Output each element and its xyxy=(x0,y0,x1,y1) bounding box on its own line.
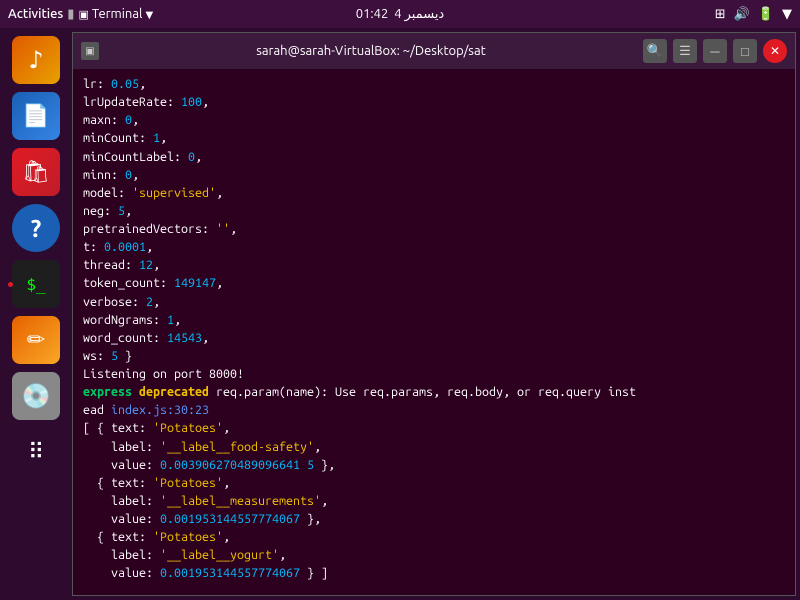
terminal-titlebar: ▣ sarah@sarah-VirtualBox: ~/Desktop/sat … xyxy=(73,33,795,69)
line-28: value: 0.001953144557774067 } ] xyxy=(83,564,785,582)
active-dot xyxy=(8,282,13,287)
terminal-content[interactable]: lr: 0.05, lrUpdateRate: 100, maxn: 0, mi… xyxy=(73,69,795,595)
line-25: value: 0.001953144557774067 }, xyxy=(83,510,785,528)
line-27: label: '__label__yogurt', xyxy=(83,546,785,564)
titlebar-controls: 🔍 ☰ ─ □ ✕ xyxy=(643,39,787,63)
line-16: ws: 5 } xyxy=(83,347,785,365)
settings-icon[interactable]: ▼ xyxy=(782,7,792,22)
topbar-right: ⊞ 🔊 🔋 ▼ xyxy=(715,7,792,22)
line-14: wordNgrams: 1, xyxy=(83,311,785,329)
line-26: { text: 'Potatoes', xyxy=(83,528,785,546)
appstore-icon: 🛍 xyxy=(22,159,50,185)
terminal-icon: ▣ xyxy=(78,9,88,21)
line-6: minn: 0, xyxy=(83,166,785,184)
sidebar: ♪ 📄 🛍 ? $_ ✏ 💿 ⠿ xyxy=(0,28,72,600)
line-1: lr: 0.05, xyxy=(83,75,785,93)
close-button[interactable]: ✕ xyxy=(763,39,787,63)
terminal-sidebar-icon: $_ xyxy=(26,275,45,294)
main-layout: ♪ 📄 🛍 ? $_ ✏ 💿 ⠿ ▣ sarah@ xyxy=(0,28,800,600)
sound-icon: 🔊 xyxy=(734,7,750,22)
line-9: pretrainedVectors: '', xyxy=(83,220,785,238)
sidebar-item-appstore[interactable]: 🛍 xyxy=(12,148,60,196)
topbar-separator: ▮ xyxy=(67,7,74,22)
activities-button[interactable]: Activities xyxy=(8,7,63,21)
dvd-icon: 💿 xyxy=(21,382,51,410)
menu-button[interactable]: ☰ xyxy=(673,39,697,63)
terminal-window: ▣ sarah@sarah-VirtualBox: ~/Desktop/sat … xyxy=(72,32,796,596)
battery-icon: 🔋 xyxy=(758,7,774,22)
line-8: neg: 5, xyxy=(83,202,785,220)
line-12: token_count: 149147, xyxy=(83,274,785,292)
line-10: t: 0.0001, xyxy=(83,238,785,256)
line-3: maxn: 0, xyxy=(83,111,785,129)
line-20: [ { text: 'Potatoes', xyxy=(83,419,785,437)
topbar: Activities ▮ ▣ Terminal ▼ 01:42 4 دیسمبر… xyxy=(0,0,800,28)
search-button[interactable]: 🔍 xyxy=(643,39,667,63)
help-icon: ? xyxy=(31,215,42,242)
sidebar-item-terminal[interactable]: $_ xyxy=(12,260,60,308)
minimize-button[interactable]: ─ xyxy=(703,39,727,63)
terminal-titlebar-icon: ▣ xyxy=(81,42,99,60)
terminal-title: sarah@sarah-VirtualBox: ~/Desktop/sat xyxy=(256,44,486,58)
maximize-button[interactable]: □ xyxy=(733,39,757,63)
clock-date: 4 دیسمبر xyxy=(394,7,444,22)
line-2: lrUpdateRate: 100, xyxy=(83,93,785,111)
clock-time: 01:42 xyxy=(356,7,389,21)
topbar-clock: 01:42 4 دیسمبر xyxy=(356,7,444,22)
writer-icon: 📄 xyxy=(22,103,49,129)
sidebar-item-grid[interactable]: ⠿ xyxy=(12,428,60,476)
topbar-left: Activities ▮ ▣ Terminal ▼ xyxy=(8,7,153,22)
line-4: minCount: 1, xyxy=(83,129,785,147)
sidebar-item-music[interactable]: ♪ xyxy=(12,36,60,84)
grid-icon: ⠿ xyxy=(28,439,44,465)
sidebar-item-writer[interactable]: 📄 xyxy=(12,92,60,140)
line-17: Listening on port 8000! xyxy=(83,365,785,383)
line-13: verbose: 2, xyxy=(83,293,785,311)
line-21: label: '__label__food-safety', xyxy=(83,438,785,456)
line-11: thread: 12, xyxy=(83,256,785,274)
line-5: minCountLabel: 0, xyxy=(83,148,785,166)
sidebar-item-dvd[interactable]: 💿 xyxy=(12,372,60,420)
line-7: model: 'supervised', xyxy=(83,184,785,202)
line-24: label: '__label__measurements', xyxy=(83,492,785,510)
network-icon: ⊞ xyxy=(715,7,726,22)
terminal-label[interactable]: ▣ Terminal ▼ xyxy=(78,7,153,21)
sidebar-item-text-editor[interactable]: ✏ xyxy=(12,316,60,364)
titlebar-left: ▣ xyxy=(81,42,99,60)
line-15: word_count: 14543, xyxy=(83,329,785,347)
line-18: express deprecated req.param(name): Use … xyxy=(83,383,785,401)
line-22: value: 0.003906270489096641 5 }, xyxy=(83,456,785,474)
line-23: { text: 'Potatoes', xyxy=(83,474,785,492)
music-icon: ♪ xyxy=(28,46,43,74)
dropdown-icon: ▼ xyxy=(145,9,153,20)
sidebar-item-help[interactable]: ? xyxy=(12,204,60,252)
text-editor-icon: ✏ xyxy=(27,327,45,353)
line-19: ead index.js:30:23 xyxy=(83,401,785,419)
